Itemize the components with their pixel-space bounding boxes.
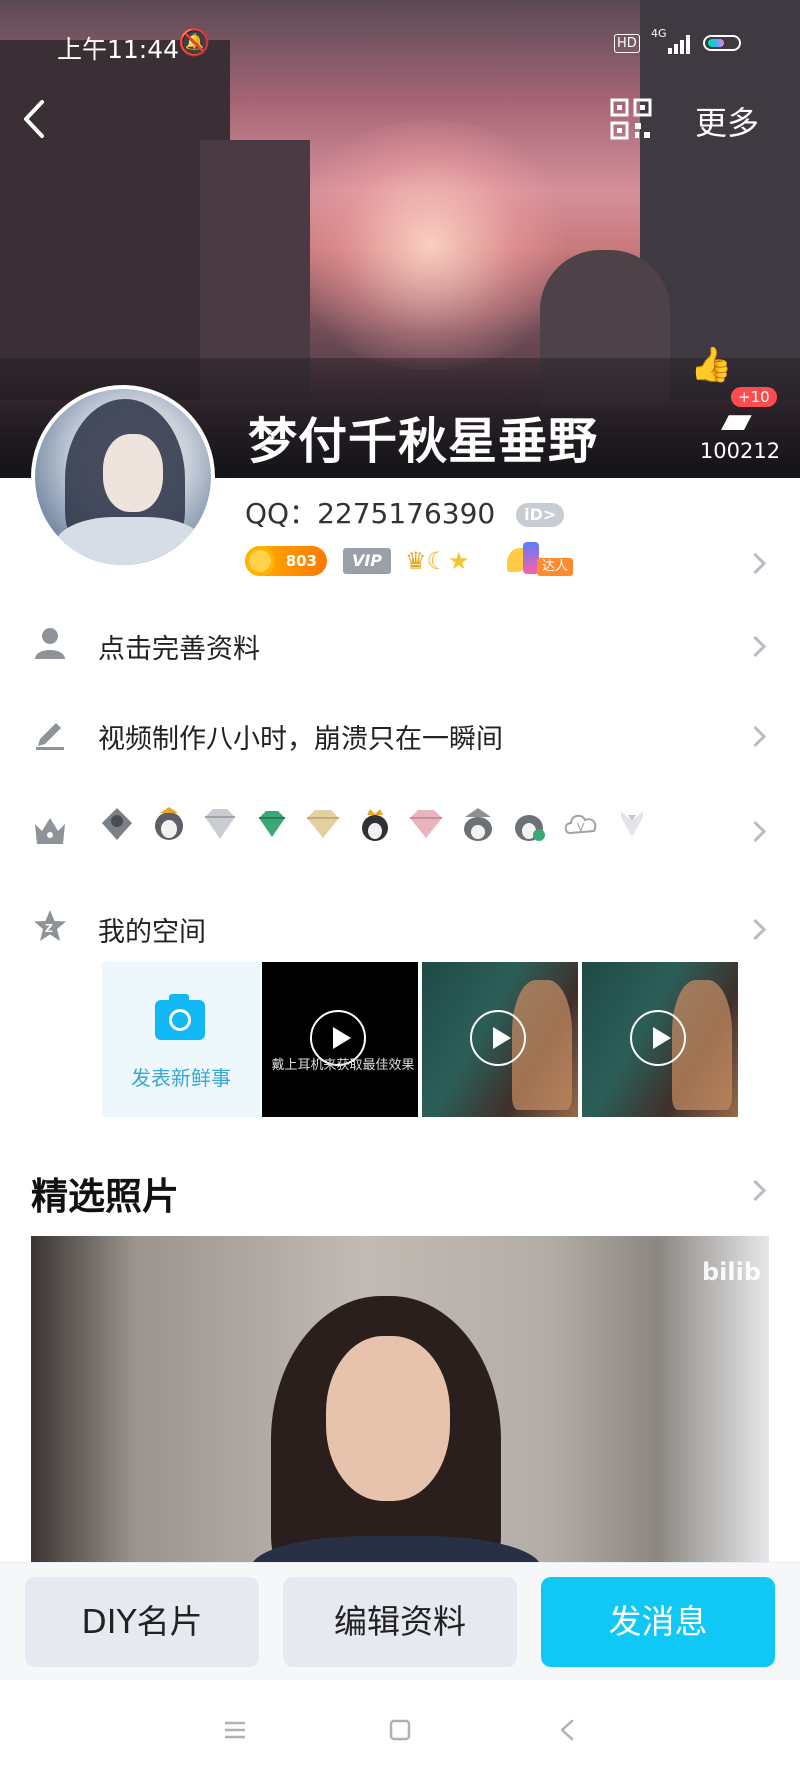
complete-profile-row[interactable]: 点击完善资料 [0, 615, 800, 675]
pencil-icon [36, 723, 64, 750]
hd-badge: HD [614, 34, 640, 53]
my-space-label: 我的空间 [98, 917, 206, 948]
network-type: 4G [651, 27, 667, 40]
more-button[interactable]: 更多 [695, 98, 759, 144]
likes-count: 100212 [699, 439, 781, 463]
play-icon [630, 1010, 686, 1066]
qr-code-button[interactable] [610, 98, 652, 140]
daren-tag: 达人 [537, 558, 574, 576]
video-hint: 戴上耳机来获取最佳效果 [271, 1058, 415, 1073]
home-square-icon[interactable] [380, 1710, 420, 1750]
menu-icon[interactable] [215, 1710, 255, 1750]
star-icon: Z [34, 910, 66, 941]
svg-text:Z: Z [45, 922, 53, 935]
medal-cloud-v-icon: V [564, 814, 597, 835]
signal-icon [668, 34, 694, 54]
thumbs-up-icon: 👍 [690, 345, 733, 385]
featured-chevron-icon[interactable] [744, 1179, 767, 1202]
id-badge[interactable]: iD> [516, 503, 565, 527]
diy-card-button[interactable]: DIY名片 [25, 1577, 259, 1667]
featured-photos-title[interactable]: 精选照片 [31, 1166, 179, 1220]
level-icons: ♛☾★ [405, 546, 495, 576]
video-thumbnail[interactable]: 戴上耳机来获取最佳效果 [262, 962, 418, 1117]
level-badge: 803 [245, 546, 327, 576]
avatar-robe [55, 517, 205, 565]
back-icon [24, 100, 44, 138]
status-time: 上午11:44 [57, 35, 180, 64]
post-new-label: 发表新鲜事 [131, 1066, 231, 1090]
likes-widget[interactable]: 👍 ▰ +10 100212 [690, 345, 790, 465]
medal-diamond-gold-icon [307, 810, 339, 838]
my-space-row[interactable]: Z 我的空间 [0, 898, 800, 958]
signature-row[interactable]: 视频制作八小时，崩溃只在一瞬间 [0, 705, 800, 765]
likes-increment: +10 [731, 387, 777, 407]
mute-bell-icon: 🔕 [178, 28, 211, 58]
bottom-action-bar: DIY名片 编辑资料 发消息 [0, 1562, 800, 1680]
medal-penguin-green-icon [515, 815, 545, 841]
back-button[interactable] [18, 94, 54, 144]
sun-icon [245, 546, 275, 576]
photo-watermark: bilib [701, 1258, 761, 1286]
medal-penguin-crown-icon [362, 809, 388, 841]
moon-level-icon: ☾ [426, 547, 449, 575]
vip-badge: VIP [343, 548, 391, 574]
battery-icon [703, 35, 741, 51]
nav-back-icon[interactable] [548, 1710, 588, 1750]
qr-code-icon [610, 98, 652, 140]
chevron-right-icon [744, 725, 767, 748]
status-bar: 上午11:44 🔕 HD 4G [0, 24, 800, 64]
chevron-right-icon [744, 635, 767, 658]
medal-tuxedo-icon [621, 811, 643, 837]
svg-text:V: V [577, 821, 585, 834]
complete-profile-label: 点击完善资料 [98, 634, 260, 665]
medals-row[interactable]: V [0, 800, 800, 860]
medal-penguin-grey-icon [155, 807, 183, 840]
avatar-face [103, 434, 163, 512]
play-icon [470, 1010, 526, 1066]
qq-number-row[interactable]: QQ：2275176390 iD> [245, 492, 565, 532]
crown-icon [35, 818, 65, 844]
space-media-strip: 发表新鲜事 戴上耳机来获取最佳效果 [102, 962, 740, 1117]
person-icon [35, 628, 65, 659]
crown-level-icon: ♛ [405, 547, 427, 575]
chevron-right-icon [744, 820, 767, 843]
edit-profile-button[interactable]: 编辑资料 [283, 1577, 517, 1667]
nickname: 梦付千秋星垂野 [248, 413, 599, 470]
video-thumbnail[interactable] [582, 962, 738, 1117]
post-new-button[interactable]: 发表新鲜事 [102, 962, 260, 1117]
level-value: 803 [285, 552, 317, 570]
medal-diamond-pink-icon [410, 810, 442, 838]
featured-photo[interactable]: bilib [31, 1236, 769, 1576]
medal-diamond-silver-icon [205, 809, 235, 839]
avatar[interactable] [31, 385, 215, 569]
send-message-button[interactable]: 发消息 [541, 1577, 775, 1667]
medal-diamond-green-icon [259, 811, 285, 837]
signature-text: 视频制作八小时，崩溃只在一瞬间 [98, 724, 503, 755]
system-nav-bar [0, 1680, 800, 1778]
video-thumbnail[interactable] [422, 962, 578, 1117]
star-level-icon: ★ [448, 547, 470, 575]
medal-penguin-silver-icon [102, 808, 132, 840]
camera-icon [155, 994, 205, 1040]
medal-list: V [98, 800, 658, 850]
badges-row[interactable]: 803 VIP ♛☾★ 达人 [245, 542, 765, 582]
daren-badge: 达人 [507, 542, 577, 576]
qq-number: QQ：2275176390 [245, 497, 496, 530]
chevron-right-icon [744, 918, 767, 941]
cover-sky-glow [280, 120, 580, 370]
medal-penguin-hat-icon [464, 808, 492, 841]
photo-face [326, 1336, 450, 1501]
